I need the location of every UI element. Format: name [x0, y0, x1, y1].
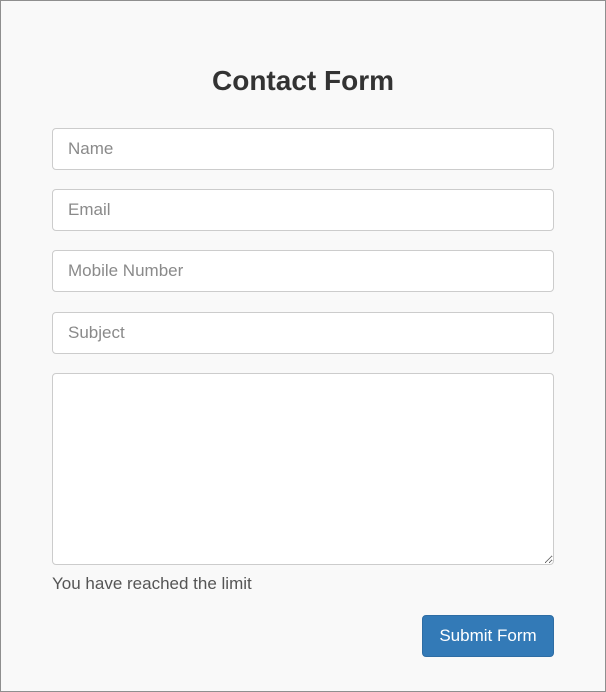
subject-input[interactable] [52, 312, 554, 354]
email-input[interactable] [52, 189, 554, 231]
limit-warning-text: You have reached the limit [52, 574, 252, 593]
form-title: Contact Form [212, 65, 394, 96]
name-input[interactable] [52, 128, 554, 170]
message-textarea[interactable] [52, 373, 554, 565]
mobile-number-input[interactable] [52, 250, 554, 292]
contact-form-page: Contact Form You have reached the limit … [0, 0, 606, 692]
submit-form-button[interactable]: Submit Form [422, 615, 554, 657]
